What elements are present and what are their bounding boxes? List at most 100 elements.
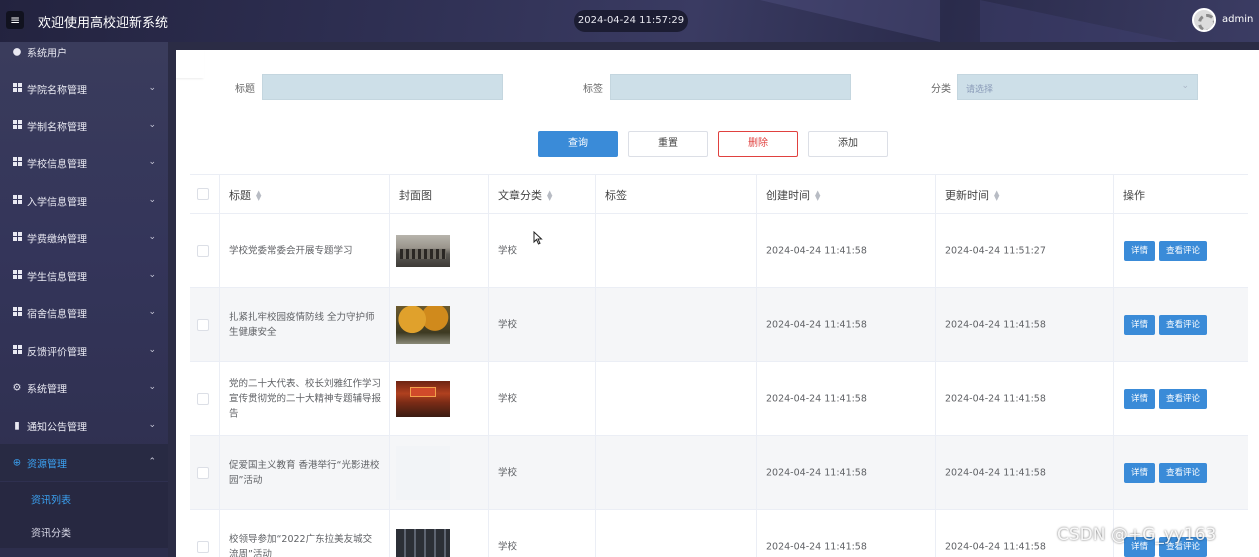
mouse-cursor-icon [533,231,543,245]
view-comments-button[interactable]: 查看评论 [1159,462,1208,483]
menu-icon[interactable]: ≡ [6,11,24,29]
view-comments-button[interactable]: 查看评论 [1159,240,1208,261]
row-title: 学校党委常委会开展专题学习 [229,245,353,256]
avatar[interactable] [1192,8,1216,32]
sidebar-item-college[interactable]: 学院名称管理 ⌄ [0,70,168,107]
row-updated: 2024-04-24 11:41:58 [945,319,1046,330]
sidebar-item-resources[interactable]: ⊕ 资源管理 ⌃ [0,444,168,481]
column-header-title[interactable]: 标题 [229,189,251,202]
tag-filter-input[interactable] [610,74,851,100]
sidebar-item-label: 宿舍信息管理 [27,309,87,320]
chevron-down-icon: ⌄ [148,269,156,280]
row-title: 校领导参加“2022广东拉美友城交流周”活动 [229,533,373,557]
cover-image-placeholder[interactable] [396,445,450,500]
table-row[interactable]: 扎紧扎牢校园疫情防线 全力守护师生健康安全 学校 2024-04-24 11:4… [190,288,1248,362]
sort-icon[interactable]: ▲ ▼ [815,190,820,202]
table-row[interactable]: 促爱国主义教育 香港举行“光影进校园”活动 学校 2024-04-24 11:4… [190,436,1248,510]
chevron-down-icon: ⌄ [148,306,156,317]
row-category: 学校 [498,467,518,478]
table-row[interactable]: 党的二十大代表、校长刘雅红作学习宣传贯彻党的二十大精神专题辅导报告 学校 202… [190,362,1248,436]
sidebar-item-schooling[interactable]: 学制名称管理 ⌄ [0,107,168,144]
sidebar-item-notices[interactable]: ▮ 通知公告管理 ⌄ [0,407,168,444]
row-category: 学校 [498,319,518,330]
sidebar-item-school-info[interactable]: 学校信息管理 ⌄ [0,144,168,181]
chevron-down-icon: ⌄ [148,381,156,392]
watermark: CSDN @+G_yy163 [1057,525,1217,545]
row-updated: 2024-04-24 11:41:58 [945,467,1046,478]
title-filter-input[interactable] [262,74,503,100]
sidebar-item-feedback[interactable]: 反馈评价管理 ⌄ [0,332,168,369]
row-updated: 2024-04-24 11:41:58 [945,393,1046,404]
sidebar-item-label: 系统管理 [27,384,67,395]
chevron-down-icon: ⌄ [148,156,156,167]
row-category: 学校 [498,245,518,256]
sidebar-subitem-news-list[interactable]: 资讯列表 [0,482,168,515]
sidebar-item-system-users[interactable]: ● 系统用户 [0,42,168,70]
sort-icon[interactable]: ▲ ▼ [994,190,999,202]
document-icon: ▮ [14,420,20,431]
row-category: 学校 [498,541,518,552]
sidebar-subitem-news-category[interactable]: 资讯分类 [0,515,168,548]
select-all-checkbox[interactable] [197,188,209,200]
sidebar-item-label: 学制名称管理 [27,122,87,133]
column-header-actions: 操作 [1123,189,1145,202]
sidebar-item-label: 学校信息管理 [27,159,87,170]
title-filter-label: 标题 [235,84,255,95]
sidebar-item-students[interactable]: 学生信息管理 ⌄ [0,257,168,294]
user-icon: ● [12,46,22,57]
chevron-up-icon: ⌃ [148,456,156,467]
sidebar-item-system[interactable]: ⚙ 系统管理 ⌄ [0,369,168,406]
sidebar-item-label: 学费缴纳管理 [27,234,87,245]
sidebar-item-tuition[interactable]: 学费缴纳管理 ⌄ [0,219,168,256]
grid-icon [12,306,22,319]
gear-icon: ⚙ [12,382,22,393]
row-title: 促爱国主义教育 香港举行“光影进校园”活动 [229,459,380,486]
column-header-updated[interactable]: 更新时间 [945,189,989,202]
detail-button[interactable]: 详情 [1124,314,1156,335]
sidebar-item-enrollment[interactable]: 入学信息管理 ⌄ [0,182,168,219]
decor-shard [760,0,940,42]
query-button[interactable]: 查询 [538,131,618,157]
row-checkbox[interactable] [197,318,209,331]
cover-image-video-conference[interactable] [396,528,450,557]
table-row[interactable]: 学校党委常委会开展专题学习 学校 2024-04-24 11:41:58 202… [190,214,1248,288]
column-header-tags: 标签 [605,189,627,202]
cover-image-autumn-trees[interactable] [396,305,450,344]
row-checkbox[interactable] [197,244,209,257]
row-title: 扎紧扎牢校园疫情防线 全力守护师生健康安全 [229,311,375,338]
clock-display: 2024-04-24 11:57:29 [574,10,688,32]
category-filter-select[interactable]: 请选择 ⌄ [957,74,1198,100]
decor-shard [980,0,1180,42]
add-button[interactable]: 添加 [808,131,888,157]
column-header-cover: 封面图 [399,189,432,202]
sidebar-item-label: 反馈评价管理 [27,347,87,358]
sidebar-item-label: 入学信息管理 [27,197,87,208]
tag-filter-label: 标签 [583,84,603,95]
reset-button[interactable]: 重置 [628,131,708,157]
row-created: 2024-04-24 11:41:58 [766,467,867,478]
delete-button[interactable]: 删除 [718,131,798,157]
sidebar-item-label: 通知公告管理 [27,422,87,433]
column-header-created[interactable]: 创建时间 [766,189,810,202]
row-checkbox[interactable] [197,540,209,553]
cover-image-auditorium[interactable] [396,380,450,417]
detail-button[interactable]: 详情 [1124,240,1156,261]
top-bar: ≡ 欢迎使用高校迎新系统 2024-04-24 11:57:29 admin [0,0,1259,42]
cover-image-meeting[interactable] [396,234,450,267]
detail-button[interactable]: 详情 [1124,388,1156,409]
app-title: 欢迎使用高校迎新系统 [38,16,169,31]
sidebar-item-dormitory[interactable]: 宿舍信息管理 ⌄ [0,294,168,331]
user-name[interactable]: admin [1222,14,1253,25]
view-comments-button[interactable]: 查看评论 [1159,388,1208,409]
sidebar-item-label: 资源管理 [27,459,67,470]
row-checkbox[interactable] [197,392,209,405]
view-comments-button[interactable]: 查看评论 [1159,314,1208,335]
row-checkbox[interactable] [197,466,209,479]
sort-icon[interactable]: ▲ ▼ [547,190,552,202]
row-created: 2024-04-24 11:41:58 [766,319,867,330]
sort-icon[interactable]: ▲ ▼ [256,190,261,202]
row-category: 学校 [498,393,518,404]
column-header-category[interactable]: 文章分类 [498,189,542,202]
category-filter-placeholder: 请选择 [966,85,994,95]
detail-button[interactable]: 详情 [1124,462,1156,483]
